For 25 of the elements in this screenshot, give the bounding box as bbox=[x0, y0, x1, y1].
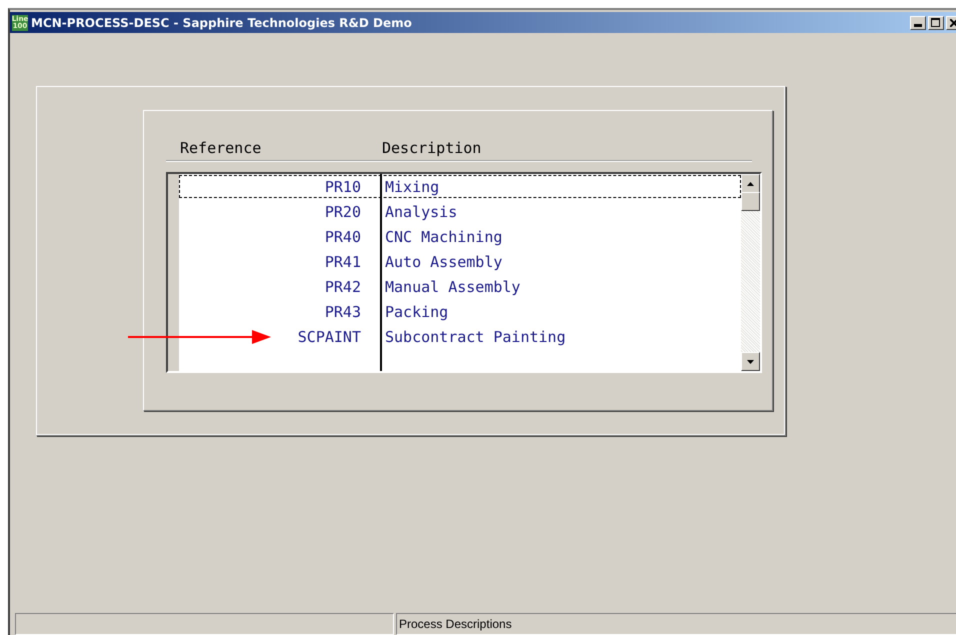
reference-cell-text: PR41 bbox=[324, 252, 361, 270]
reference-cell-text: PR20 bbox=[324, 202, 361, 220]
reference-cell-text: PR43 bbox=[324, 302, 361, 320]
description-cell-text: Mixing bbox=[384, 178, 440, 196]
list-row[interactable]: SCPAINT Subcontract Painting bbox=[179, 325, 741, 348]
window-title: MCN-PROCESS-DESC - Sapphire Technologies R&D Demo bbox=[31, 16, 413, 30]
list-row[interactable]: PR43 Packing bbox=[179, 300, 741, 323]
description-cell-text: CNC Machining bbox=[384, 228, 502, 246]
status-text: Process Descriptions bbox=[396, 613, 956, 635]
list-row[interactable]: PR42 Manual Assembly bbox=[179, 275, 741, 298]
description-cell-text: Packing bbox=[384, 302, 448, 320]
column-header: Reference bbox=[180, 139, 262, 157]
reference-cell-text: PR40 bbox=[324, 228, 361, 246]
reference-cell: SCPAINT bbox=[180, 328, 361, 346]
description-cell-text: Subcontract Painting bbox=[384, 328, 566, 346]
list-row[interactable]: PR41 Auto Assembly bbox=[179, 250, 741, 273]
description-cell-text: Manual Assembly bbox=[384, 278, 520, 296]
list-row[interactable]: PR20 Analysis bbox=[179, 200, 741, 223]
list-row[interactable]: PR10 Mixing bbox=[179, 175, 741, 198]
description-cell-text: Auto Assembly bbox=[384, 252, 502, 270]
description-cell-text: Analysis bbox=[384, 202, 458, 220]
list-row[interactable]: PR40 CNC Machining bbox=[179, 225, 741, 248]
reference-cell-text: PR42 bbox=[324, 278, 361, 296]
column-header: Description bbox=[382, 139, 482, 157]
reference-cell-text: PR10 bbox=[324, 178, 361, 196]
